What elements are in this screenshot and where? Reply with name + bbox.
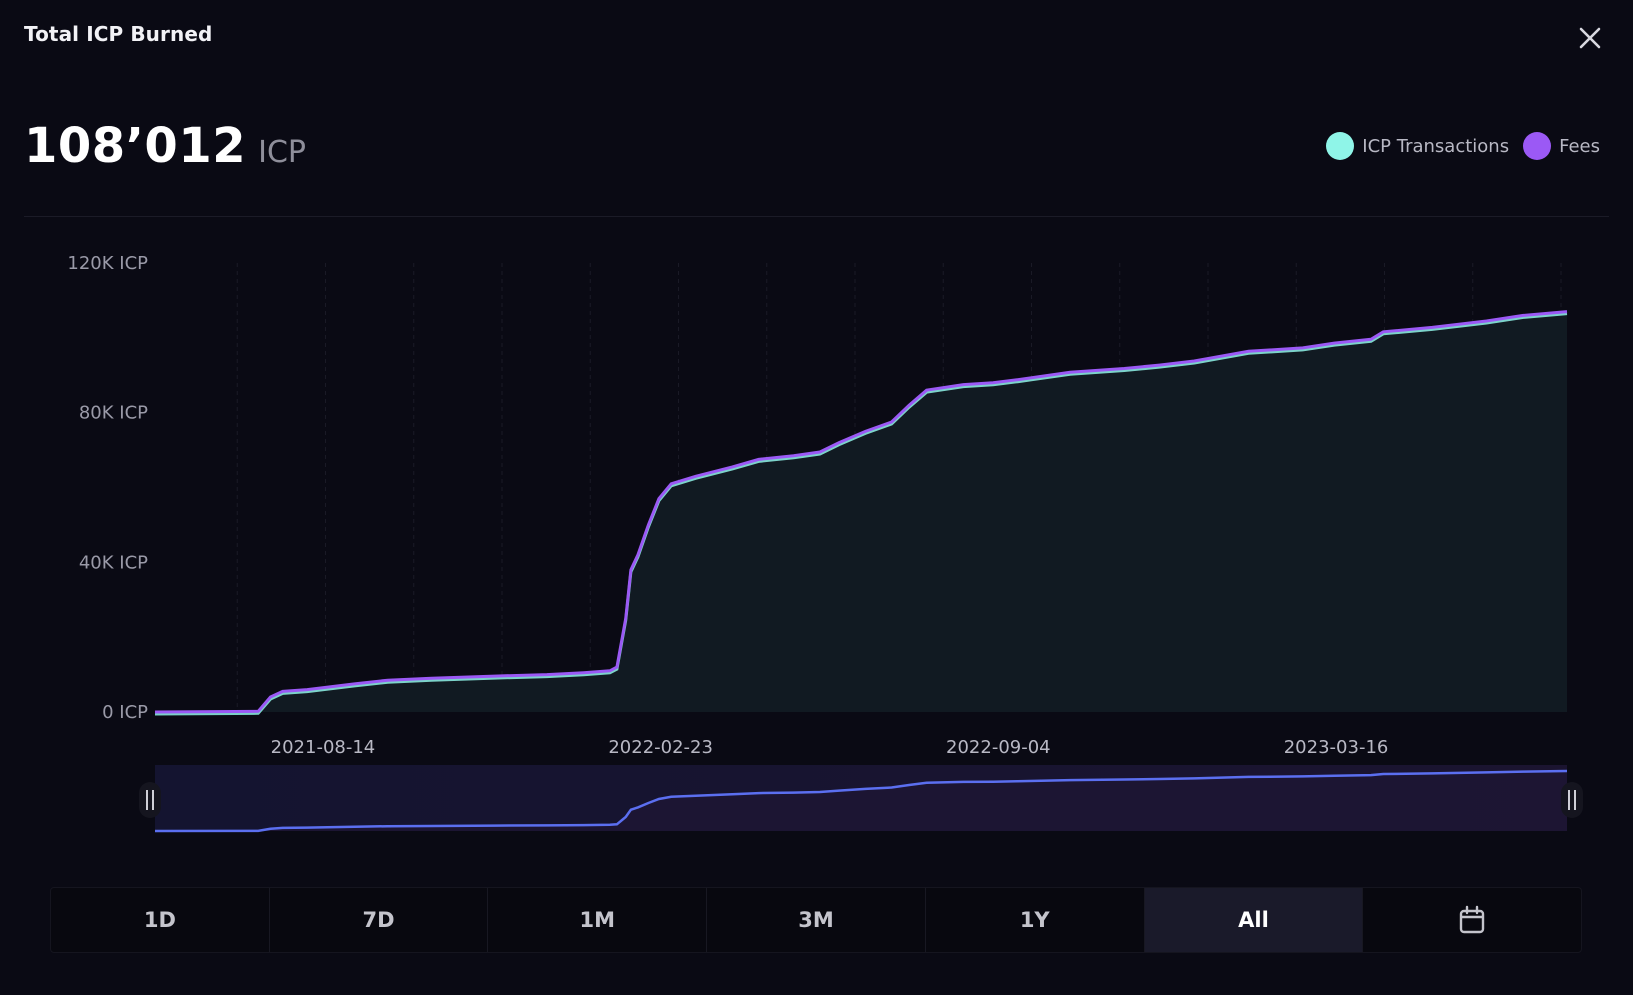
close-icon[interactable]: [1576, 24, 1604, 52]
calendar-icon: [1459, 905, 1485, 934]
navigator-handle-left[interactable]: [139, 782, 161, 818]
navigator-handle-right[interactable]: [1561, 782, 1583, 818]
total-value: 108’012: [24, 118, 247, 174]
range-button-3m[interactable]: 3M: [707, 888, 926, 952]
range-button-7d[interactable]: 7D: [270, 888, 489, 952]
y-tick-label: 80K ICP: [79, 403, 148, 424]
y-tick-label: 40K ICP: [79, 552, 148, 573]
x-axis: 2021-08-14 2022-02-23 2022-09-04 2023-03-16: [271, 737, 1389, 758]
divider: [24, 216, 1609, 217]
total-unit: ICP: [258, 135, 307, 170]
y-tick-label: 120K ICP: [67, 253, 148, 274]
legend-label-icp-transactions: ICP Transactions: [1362, 135, 1510, 157]
range-button-all[interactable]: All: [1144, 888, 1364, 952]
legend-item-icp-transactions[interactable]: ICP Transactions: [1326, 132, 1509, 160]
x-tick-label: 2021-08-14: [271, 737, 376, 758]
x-tick-label: 2022-09-04: [946, 737, 1051, 758]
y-axis: 0 ICP 40K ICP 80K ICP 120K ICP: [67, 253, 148, 723]
calendar-button[interactable]: [1363, 888, 1581, 952]
range-button-1m[interactable]: 1M: [488, 888, 708, 952]
total-burned: 108’012 ICP: [24, 118, 306, 174]
legend-item-fees[interactable]: Fees: [1523, 132, 1600, 160]
x-tick-label: 2023-03-16: [1284, 737, 1389, 758]
legend: ICP Transactions Fees: [1326, 132, 1600, 160]
legend-dot-fees: [1523, 132, 1552, 160]
chart-title: Total ICP Burned: [24, 22, 213, 46]
series-area-fees: [155, 311, 1567, 712]
x-tick-label: 2022-02-23: [608, 737, 713, 758]
y-tick-label: 0 ICP: [102, 702, 148, 723]
range-button-1d[interactable]: 1D: [51, 888, 270, 952]
range-button-1y[interactable]: 1Y: [926, 888, 1145, 952]
legend-label-fees: Fees: [1559, 135, 1600, 157]
chart: 0 ICP40K ICP80K ICP120K ICP 2021-08-14 20…: [67, 253, 1583, 833]
range-navigator[interactable]: [139, 765, 1583, 833]
legend-dot-icp-transactions: [1326, 132, 1355, 160]
range-selector: 1D 7D 1M 3M 1Y All: [50, 887, 1582, 953]
